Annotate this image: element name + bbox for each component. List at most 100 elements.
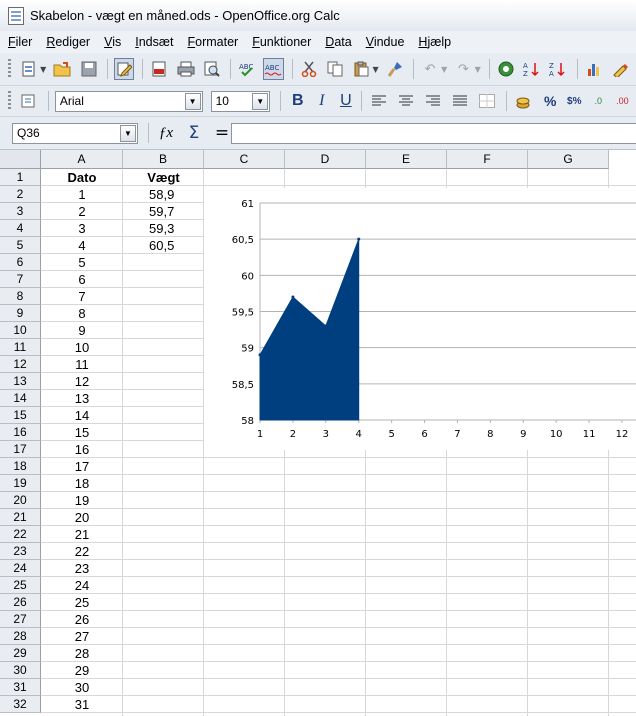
merge-cells-icon[interactable] xyxy=(477,90,498,112)
copy-icon[interactable] xyxy=(325,58,345,80)
remove-decimal-button[interactable]: .00 xyxy=(612,90,633,112)
autospellcheck-icon[interactable]: ABC xyxy=(263,58,284,80)
weight-chart[interactable]: 5858,55959,56060,5611 2 3 4 5 6 7 8 9 10 11 12 xyxy=(204,188,636,450)
save-icon[interactable] xyxy=(79,58,99,80)
sort-descending-icon[interactable]: ZA xyxy=(548,58,568,80)
open-folder-icon[interactable] xyxy=(52,58,72,80)
currency-format-icon[interactable] xyxy=(513,90,534,112)
menu-data[interactable]: Data xyxy=(323,34,353,50)
cell-a6[interactable]: 5 xyxy=(41,254,123,271)
cell-a24[interactable]: 23 xyxy=(41,560,123,577)
new-document-icon[interactable] xyxy=(19,58,39,80)
row-header-2[interactable]: 2 xyxy=(0,186,41,203)
sum-icon[interactable]: Σ xyxy=(183,122,205,144)
data-point[interactable] xyxy=(357,237,361,241)
row-header-28[interactable]: 28 xyxy=(0,628,41,645)
underline-button[interactable]: U xyxy=(335,90,356,112)
redo-dropdown-icon[interactable]: ▼ xyxy=(475,65,481,74)
chart-icon[interactable] xyxy=(584,58,604,80)
column-header-d[interactable]: D xyxy=(285,150,366,169)
row-header-12[interactable]: 12 xyxy=(0,356,41,373)
row-header-19[interactable]: 19 xyxy=(0,475,41,492)
cell-a28[interactable]: 27 xyxy=(41,628,123,645)
cell-a21[interactable]: 20 xyxy=(41,509,123,526)
row-header-27[interactable]: 27 xyxy=(0,611,41,628)
cell-a1[interactable]: Dato xyxy=(41,169,123,186)
row-header-16[interactable]: 16 xyxy=(0,424,41,441)
cell-b4[interactable]: 59,3 xyxy=(123,220,204,237)
cell-a20[interactable]: 19 xyxy=(41,492,123,509)
cell-a23[interactable]: 22 xyxy=(41,543,123,560)
cell-a26[interactable]: 25 xyxy=(41,594,123,611)
row-header-14[interactable]: 14 xyxy=(0,390,41,407)
bold-button[interactable]: B xyxy=(287,90,308,112)
row-header-5[interactable]: 5 xyxy=(0,237,41,254)
edit-document-icon[interactable] xyxy=(113,58,135,80)
cell-a3[interactable]: 2 xyxy=(41,203,123,220)
cell-a19[interactable]: 18 xyxy=(41,475,123,492)
styles-icon[interactable] xyxy=(19,90,40,112)
formula-equals-icon[interactable]: = xyxy=(211,122,233,144)
row-header-13[interactable]: 13 xyxy=(0,373,41,390)
menu-formater[interactable]: Formater xyxy=(185,34,240,50)
undo-dropdown-icon[interactable]: ▼ xyxy=(441,65,447,74)
column-header-c[interactable]: C xyxy=(204,150,285,169)
cell-a4[interactable]: 3 xyxy=(41,220,123,237)
area-series[interactable] xyxy=(259,238,360,421)
undo-icon[interactable]: ↶ xyxy=(420,58,440,80)
select-all-corner[interactable] xyxy=(0,150,41,169)
row-header-24[interactable]: 24 xyxy=(0,560,41,577)
cell-a7[interactable]: 6 xyxy=(41,271,123,288)
cell-b5[interactable]: 60,5 xyxy=(123,237,204,254)
percent-format-button[interactable]: % xyxy=(540,90,561,112)
row-header-21[interactable]: 21 xyxy=(0,509,41,526)
print-icon[interactable] xyxy=(175,58,195,80)
row-header-23[interactable]: 23 xyxy=(0,543,41,560)
cell-a11[interactable]: 10 xyxy=(41,339,123,356)
cell-a12[interactable]: 11 xyxy=(41,356,123,373)
cell-a29[interactable]: 28 xyxy=(41,645,123,662)
formula-input[interactable] xyxy=(231,123,636,144)
redo-icon[interactable]: ↷ xyxy=(453,58,473,80)
cell-a32[interactable]: 31 xyxy=(41,696,123,713)
cell-a13[interactable]: 12 xyxy=(41,373,123,390)
row-header-4[interactable]: 4 xyxy=(0,220,41,237)
cell-a9[interactable]: 8 xyxy=(41,305,123,322)
spellcheck-icon[interactable]: ABC xyxy=(237,58,257,80)
row-header-20[interactable]: 20 xyxy=(0,492,41,509)
cell-b3[interactable]: 59,7 xyxy=(123,203,204,220)
italic-button[interactable]: I xyxy=(311,90,332,112)
add-decimal-button[interactable]: .0 xyxy=(588,90,609,112)
row-header-7[interactable]: 7 xyxy=(0,271,41,288)
export-pdf-icon[interactable] xyxy=(149,58,169,80)
function-wizard-icon[interactable]: ƒx xyxy=(155,122,177,144)
column-header-b[interactable]: B xyxy=(123,150,204,169)
name-box[interactable]: Q36 ▼ xyxy=(12,122,138,144)
row-header-6[interactable]: 6 xyxy=(0,254,41,271)
toolbar-grip-icon[interactable] xyxy=(8,91,11,111)
draw-functions-icon[interactable] xyxy=(610,58,630,80)
row-header-30[interactable]: 30 xyxy=(0,662,41,679)
standard-number-format-button[interactable]: $% xyxy=(564,90,585,112)
row-header-25[interactable]: 25 xyxy=(0,577,41,594)
data-point[interactable] xyxy=(258,353,262,357)
navigator-icon[interactable] xyxy=(496,58,516,80)
cell-a14[interactable]: 13 xyxy=(41,390,123,407)
cell-a15[interactable]: 14 xyxy=(41,407,123,424)
cut-icon[interactable] xyxy=(299,58,319,80)
row-header-9[interactable]: 9 xyxy=(0,305,41,322)
menu-rediger[interactable]: Rediger xyxy=(44,34,92,50)
row-header-8[interactable]: 8 xyxy=(0,288,41,305)
align-center-icon[interactable] xyxy=(395,90,416,112)
column-header-a[interactable]: A xyxy=(41,150,123,169)
cell-a25[interactable]: 24 xyxy=(41,577,123,594)
row-header-26[interactable]: 26 xyxy=(0,594,41,611)
cell-a27[interactable]: 26 xyxy=(41,611,123,628)
cell-a30[interactable]: 29 xyxy=(41,662,123,679)
menu-vindue[interactable]: Vindue xyxy=(364,34,407,50)
menu-funktioner[interactable]: Funktioner xyxy=(250,34,313,50)
justify-icon[interactable] xyxy=(450,90,471,112)
row-header-10[interactable]: 10 xyxy=(0,322,41,339)
font-name-select[interactable]: Arial ▼ xyxy=(54,90,203,112)
row-header-15[interactable]: 15 xyxy=(0,407,41,424)
